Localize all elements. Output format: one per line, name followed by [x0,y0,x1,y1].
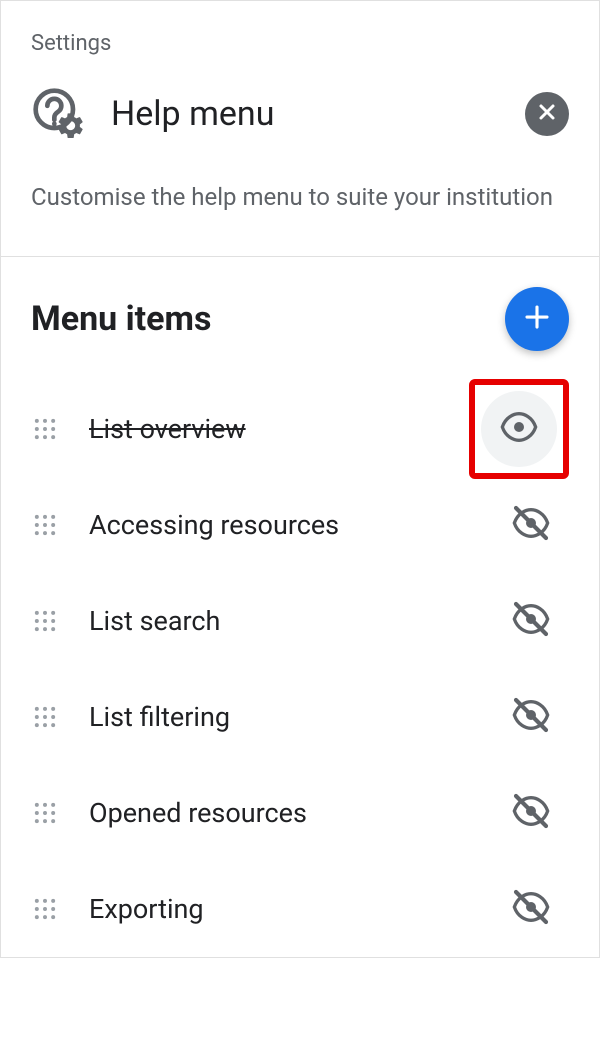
visibility-toggle[interactable] [493,775,569,851]
page-title: Help menu [111,94,501,134]
visibility-toggle[interactable] [481,391,557,467]
close-button[interactable] [525,92,569,136]
eye-off-icon [511,791,551,835]
menu-item-label[interactable]: List search [89,605,493,637]
help-gear-icon [31,86,87,142]
highlight-annotation [469,379,569,479]
breadcrumb: Settings [31,31,569,56]
drag-handle-icon[interactable] [31,799,59,827]
menu-item-label[interactable]: Opened resources [89,797,493,829]
drag-handle-icon[interactable] [31,415,59,443]
section-header: Menu items [31,287,569,351]
menu-item: List filtering [31,669,569,765]
panel-header: Settings Help menu Customise the he [1,1,599,256]
close-icon [535,100,559,128]
eye-off-icon [511,887,551,931]
eye-off-icon [511,599,551,643]
page-description: Customise the help menu to suite your in… [31,178,569,216]
drag-handle-icon[interactable] [31,607,59,635]
menu-item-label[interactable]: List filtering [89,701,493,733]
section-title: Menu items [31,299,211,339]
menu-item-label[interactable]: Accessing resources [89,509,493,541]
eye-off-icon [511,695,551,739]
menu-item-label[interactable]: Exporting [89,893,493,925]
visibility-toggle[interactable] [493,871,569,947]
plus-icon [522,302,552,336]
eye-icon [499,407,539,451]
menu-items-list: List overview Accessing resources List sea… [31,381,569,957]
visibility-toggle[interactable] [493,583,569,659]
menu-item: Opened resources [31,765,569,861]
drag-handle-icon[interactable] [31,703,59,731]
menu-item: Accessing resources [31,477,569,573]
menu-item: List search [31,573,569,669]
visibility-toggle[interactable] [493,679,569,755]
content: Menu items List overview Accessing resour… [1,257,599,957]
eye-off-icon [511,503,551,547]
menu-item: Exporting [31,861,569,957]
menu-item-label[interactable]: List overview [89,413,469,445]
drag-handle-icon[interactable] [31,511,59,539]
visibility-toggle[interactable] [493,487,569,563]
title-row: Help menu [31,86,569,142]
menu-item: List overview [31,381,569,477]
settings-panel: Settings Help menu Customise the he [0,0,600,958]
add-item-button[interactable] [505,287,569,351]
drag-handle-icon[interactable] [31,895,59,923]
